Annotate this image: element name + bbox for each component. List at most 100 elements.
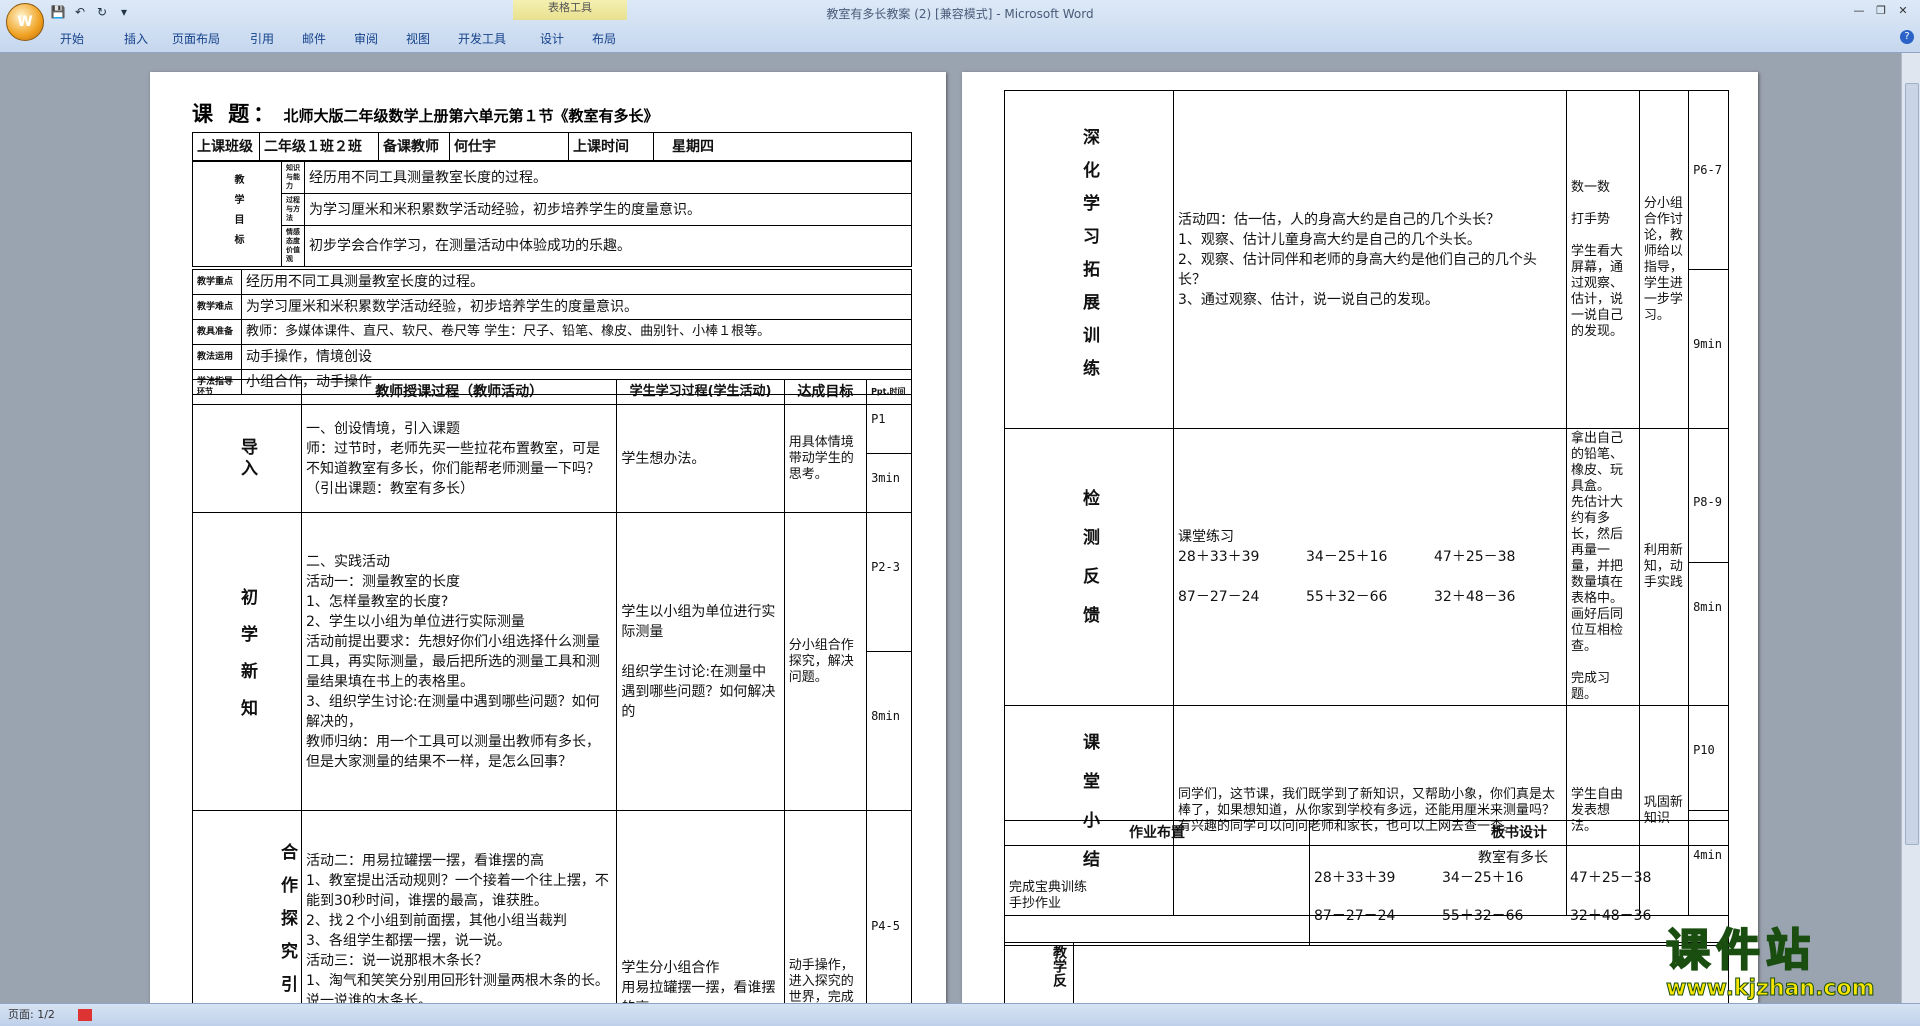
tab-developer[interactable]: 开发工具 [458,30,540,48]
section-new-ppt: P2-3 8min [866,512,912,811]
tab-view[interactable]: 视图 [406,30,458,48]
row-text-method: 动手操作，情境创设 [241,344,912,370]
homework-label: 作业布置 [1004,820,1310,846]
board-exercise-3: 47＋25－38 [1570,870,1652,886]
section-intro-goal: 用具体情境带动学生的思考。 [783,404,868,513]
row-text-difficulty: 为学习厘米和米积累数学活动经验，初步培养学生的度量意识。 [241,294,912,320]
section-deepen-ppt-page: P6-7 [1689,91,1728,270]
goal-text-3: 初步学会合作学习，在测量活动中体验成功的乐趣。 [304,225,912,267]
header-ppt: Ppt.时间 [866,379,912,405]
section-summary-ppt-page: P10 [1689,706,1728,811]
section-check-name: 检测反馈 [1004,428,1174,706]
tab-design[interactable]: 设计 [540,30,592,48]
section-new-teacher: 二、实践活动 活动一：测量教室的长度 1、怎样量教室的长度? 2、学生以小组为单… [300,512,618,811]
watermark-line2: www.kjzhan.com [1666,976,1876,1001]
section-deepen-name: 深化学习拓展训练 [1004,90,1174,429]
tab-references[interactable]: 引用 [250,30,302,48]
window-controls: — ❐ ✕ [1850,4,1912,18]
board-exercise-4: 87－27－24 [1314,908,1396,924]
row-tag-difficulty: 教学难点 [192,294,242,320]
board-title: 教室有多长 [1478,850,1548,866]
section-explore-student: 学生分小组合作 用易拉罐摆一摆，看谁摆的高 说一说那根木条长？ [616,810,785,1003]
document-page-2: 深化学习拓展训练 活动四：估一估，人的身高大约是自己的几个头长？ 1、观察、估计… [962,72,1758,1003]
section-check-student: 拿出自己的铅笔、橡皮、玩具盒。 先估计大约有多长，然后再量一量，并把数量填在表格… [1566,428,1640,706]
teacher-value: 何仕宇 [449,132,569,161]
section-check-teacher: 课堂练习 28＋33＋39 34－25＋16 47＋25－38 87－27－24… [1173,428,1567,706]
reflection-label: 教学反 [1004,942,1074,1003]
homework-board-table: 作业布置 板书设计 完成宝典训练 手抄作业 教室有多长 28＋33＋39 34－… [1004,820,1729,946]
scrollbar-thumb[interactable] [1905,83,1919,845]
exercise-3: 47＋25－38 [1434,549,1516,565]
section-check-goal: 利用新知，动手实践 [1638,428,1690,706]
section-explore-goal: 动手操作，进入探究的世界，完成本节课的内容。 [783,810,868,1003]
class-value: 二年级１班２班 [259,132,379,161]
ribbon-tabs: 开始 插入 页面布局 引用 邮件 审阅 视图 开发工具 设计 布局 [48,30,644,48]
section-new-goal: 分小组合作探究，解决问题。 [783,512,868,811]
tab-insert[interactable]: 插入 [124,30,172,48]
exercise-2: 34－25＋16 [1306,549,1388,565]
goals-label: 教学目标 [192,161,282,267]
teacher-label: 备课教师 [378,132,450,161]
class-label: 上课班级 [192,132,260,161]
tab-review[interactable]: 审阅 [354,30,406,48]
exercise-6: 32＋48－36 [1434,589,1516,605]
section-check-ppt-time: 8min [1693,599,1722,614]
heading-label: 课 题： [192,102,279,126]
section-new-ppt-page: P2-3 [867,513,911,652]
section-deepen-ppt: P6-7 9min [1688,90,1729,429]
exercise-1: 28＋33＋39 [1178,549,1260,565]
board-exercise-2: 34－25＋16 [1442,870,1524,886]
help-icon[interactable]: ? [1900,30,1914,44]
reflection-content [1073,942,1729,1003]
key-points-table: 教学重点 经历用不同工具测量教室长度的过程。 教学难点 为学习厘米和米积累数学活动经… [192,269,912,395]
section-deepen-goal: 分小组合作讨论，教师给以指导，学生进一步学习。 [1638,90,1690,429]
process-table: 环节 教师授课过程（教师活动） 学生学习过程(学生活动) 达成目标 Ppt.时间… [192,379,912,1003]
board-exercise-6: 32＋48－36 [1570,908,1652,924]
header-teacher: 教师授课过程（教师活动） [300,379,618,405]
row-text-focus: 经历用不同工具测量教室长度的过程。 [241,269,912,295]
section-deepen-student: 数一数 打手势 学生看大屏幕，通过观察、估计，说一说自己的发现。 [1566,90,1640,429]
document-page-1: 课 题： 北师大版二年级数学上册第六单元第１节《教室有多长》 上课班级 二年级１… [150,72,946,1003]
section-intro-name: 导入 [192,404,302,513]
minimize-icon[interactable]: — [1850,4,1868,18]
watermark-logo: 课件站 www.kjzhan.com [1665,924,1898,1005]
lesson-heading: 课 题： 北师大版二年级数学上册第六单元第１节《教室有多长》 [192,98,659,128]
goal-tag-3: 情感态度价值观 [281,225,305,267]
board-exercise-5: 55＋32－66 [1442,908,1524,924]
board-exercise-grid: 28＋33＋39 34－25＋16 47＋25－38 87－27－24 55＋3… [1314,868,1724,926]
row-tag-focus: 教学重点 [192,269,242,295]
close-icon[interactable]: ✕ [1894,4,1912,18]
board-label: 板书设计 [1309,820,1729,846]
board-exercise-1: 28＋33＋39 [1314,870,1396,886]
header-goal: 达成目标 [783,379,868,405]
section-deepen-teacher: 活动四：估一估，人的身高大约是自己的几个头长？ 1、观察、估计儿童身高大约是自己… [1173,90,1567,429]
tab-page-layout[interactable]: 页面布局 [172,30,250,48]
section-intro-teacher: 一、创设情境，引入课题 师：过节时，老师先买一些拉花布置教室，可是不知道教室有多… [300,404,618,513]
process-table-continued: 深化学习拓展训练 活动四：估一估，人的身高大约是自己的几个头长？ 1、观察、估计… [1004,90,1729,916]
tab-mailings[interactable]: 邮件 [302,30,354,48]
homework-text: 完成宝典训练 手抄作业 [1004,845,1310,946]
vertical-scrollbar[interactable] [1901,53,1920,1003]
exercise-5: 55＋32－66 [1306,589,1388,605]
section-check-ppt-page: P8-9 [1689,468,1728,563]
section-explore-teacher: 活动二：用易拉罐摆一摆，看谁摆的高 1、教室提出活动规则？一个接着一个往上摆，不… [300,810,618,1003]
page-indicator[interactable]: 页面: 1/2 [8,1008,55,1021]
row-text-materials: 教师：多媒体课件、直尺、软尺、卷尺等 学生：尺子、铅笔、橡皮、曲别针、小棒１根等… [241,319,912,345]
section-intro-ppt-time: 3min [871,471,900,485]
tab-layout[interactable]: 布局 [592,30,644,48]
heading-text: 北师大版二年级数学上册第六单元第１节《教室有多长》 [283,107,659,125]
time-label: 上课时间 [568,132,654,161]
goals-table: 教学目标 知识与能力 经历用不同工具测量教室长度的过程。 过程与方法 为学习厘米… [192,161,912,267]
time-value: 星期四 [653,132,912,161]
restore-icon[interactable]: ❐ [1872,4,1890,18]
section-intro-student: 学生想办法。 [616,404,785,513]
ribbon: W 💾 ↶ ↻ ▾ 表格工具 教室有多长教案 (2) [兼容模式] - Micr… [0,0,1920,53]
section-intro-ppt: P1 3min [866,404,912,513]
proofing-icon[interactable] [78,1009,93,1021]
row-tag-materials: 教具准备 [192,319,242,345]
row-tag-method: 教法运用 [192,344,242,370]
watermark-line1: 课件站 [1665,924,1816,977]
header-section: 环节 [192,379,302,405]
tab-home[interactable]: 开始 [48,30,124,48]
section-explore-ppt: P4-5 [866,810,912,1003]
